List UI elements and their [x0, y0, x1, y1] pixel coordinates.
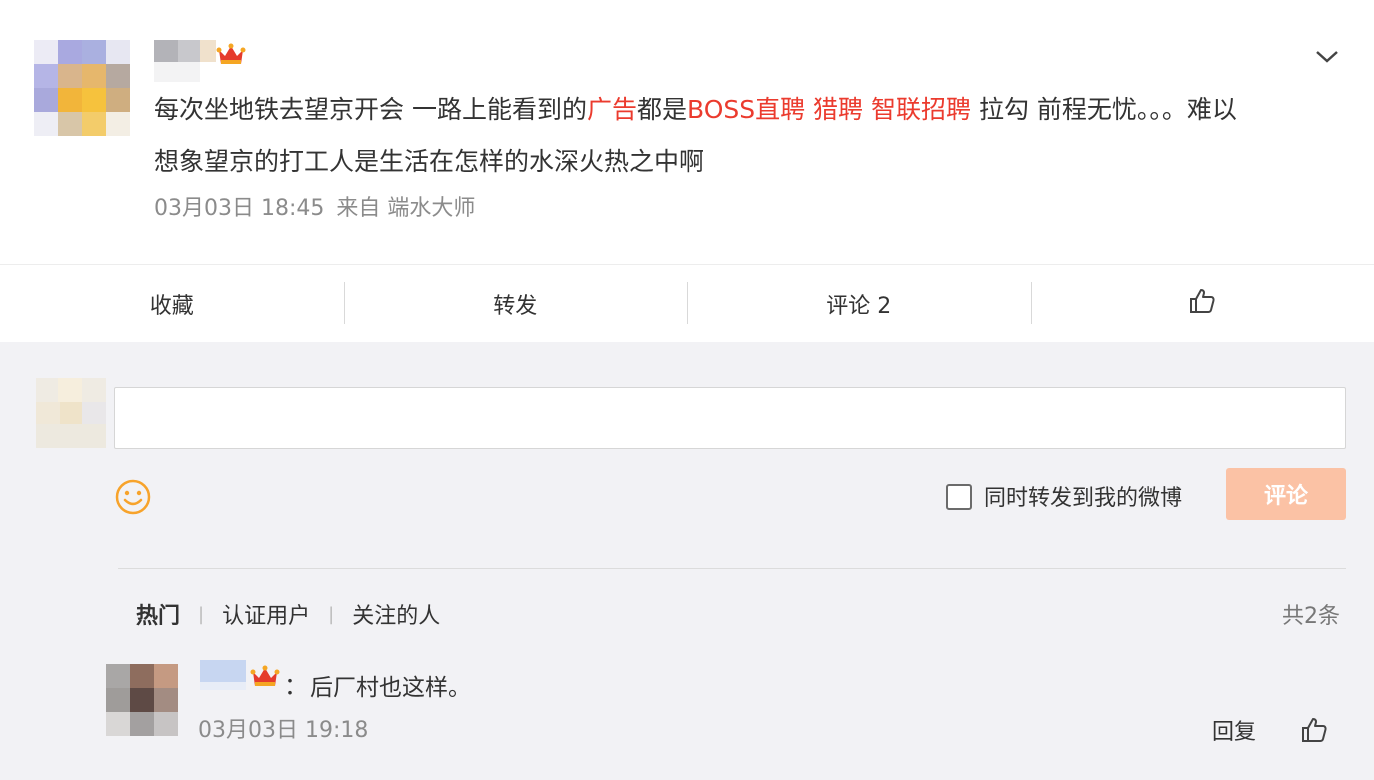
commenter-avatar[interactable]	[106, 664, 178, 736]
tab-separator: |	[198, 603, 205, 625]
comment-text: 后厂村也这样。	[310, 675, 471, 701]
like-button[interactable]	[1030, 265, 1374, 342]
commenter-name-blurred[interactable]	[200, 660, 246, 690]
poster-name-blurred[interactable]	[154, 40, 216, 82]
chevron-down-icon[interactable]	[1312, 44, 1342, 68]
tab-hot[interactable]: 热门	[136, 598, 180, 630]
vip-crown-icon	[250, 664, 280, 695]
repost-checkbox[interactable]	[946, 484, 972, 510]
post-meta: 03月03日 18:45 来自 端水大师	[154, 190, 487, 222]
post-text-segment: 每次坐地铁去望京开会 一路上能看到的	[154, 95, 587, 124]
submit-comment-button[interactable]: 评论	[1226, 468, 1346, 520]
repost-label: 转发	[493, 293, 538, 319]
comment-filter-tabs: 热门 | 认证用户 | 关注的人	[136, 598, 440, 630]
post-text-segment: 都是	[636, 95, 687, 124]
favorite-button[interactable]: 收藏	[0, 265, 344, 342]
post-source: 来自 端水大师	[336, 196, 476, 221]
smiley-face-icon[interactable]	[114, 478, 152, 516]
vip-crown-icon	[216, 42, 246, 73]
comment-button[interactable]: 评论 2	[687, 265, 1031, 342]
post-text: 每次坐地铁去望京开会 一路上能看到的广告都是BOSS直聘 猎聘 智联招聘 拉勾 …	[154, 84, 1244, 188]
favorite-label: 收藏	[149, 293, 194, 319]
post-date[interactable]: 03月03日 18:45	[154, 196, 324, 221]
poster-avatar[interactable]	[34, 40, 130, 136]
repost-button[interactable]: 转发	[343, 265, 688, 342]
comment-time: 03月03日 19:18	[198, 718, 369, 743]
post-card: 每次坐地铁去望京开会 一路上能看到的广告都是BOSS直聘 猎聘 智联招聘 拉勾 …	[0, 0, 1374, 342]
post-text-link[interactable]: 广告	[587, 95, 637, 124]
tab-following[interactable]: 关注的人	[352, 598, 440, 630]
thumbs-up-icon	[1188, 287, 1216, 321]
post-text-link[interactable]: BOSS直聘 猎聘 智联招聘	[687, 95, 971, 124]
current-user-avatar	[36, 378, 106, 448]
repost-checkbox-label[interactable]: 同时转发到我的微博	[984, 480, 1182, 512]
reply-button[interactable]: 回复	[1212, 714, 1256, 746]
thumbs-up-icon[interactable]	[1300, 716, 1328, 744]
post-action-bar: 收藏 转发 评论 2	[0, 264, 1374, 342]
comment-total: 共2条	[1282, 604, 1340, 629]
comment-colon: ：	[284, 672, 308, 700]
tab-verified-users[interactable]: 认证用户	[222, 598, 310, 630]
comments-divider	[118, 568, 1346, 569]
tab-separator: |	[328, 603, 335, 625]
comment-input[interactable]	[114, 387, 1346, 449]
comment-label: 评论 2	[826, 293, 892, 319]
